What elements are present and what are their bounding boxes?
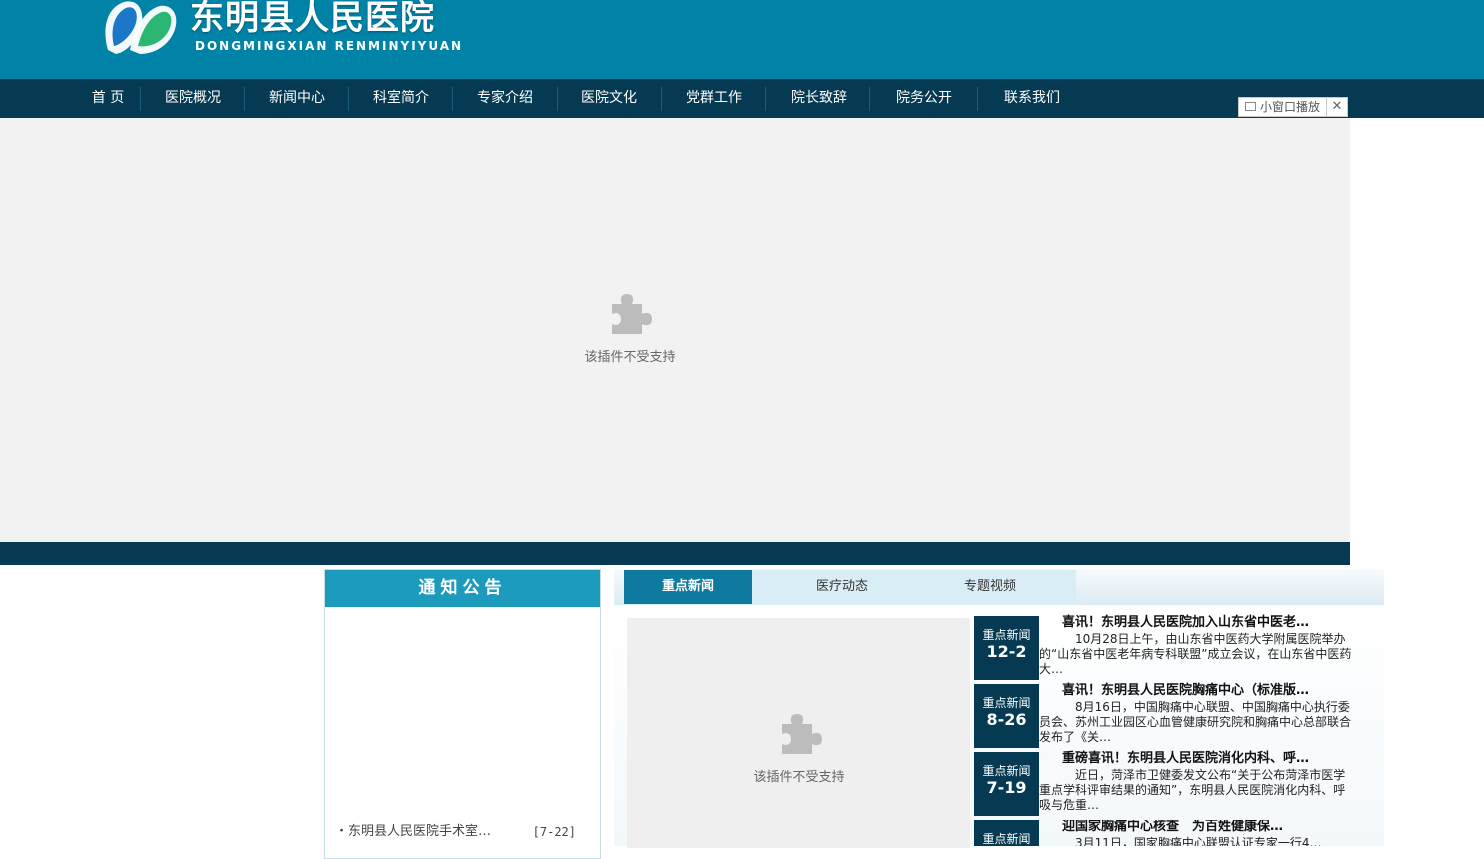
nav-item-home[interactable]: 首 页 <box>82 79 134 118</box>
nav-divider <box>452 87 453 111</box>
puzzle-plugin-icon <box>782 714 822 754</box>
notice-item-date: [7-22] <box>532 825 576 839</box>
nav-item-contact[interactable]: 联系我们 <box>989 79 1075 118</box>
nav-item-departments[interactable]: 科室简介 <box>358 79 444 118</box>
nav-divider <box>765 87 766 111</box>
nav-divider <box>869 87 870 111</box>
news-title-link[interactable]: 重磅喜讯！东明县人民医院消化内科、呼… <box>1062 750 1309 768</box>
nav-divider <box>140 87 141 111</box>
tv-icon <box>1245 102 1256 111</box>
nav-divider <box>348 87 349 111</box>
news-category: 重点新闻 <box>982 696 1031 710</box>
hospital-logo-icon[interactable] <box>100 0 180 56</box>
news-category: 重点新闻 <box>982 832 1031 846</box>
news-list-item[interactable]: 重点新闻 12-2 喜讯！东明县人民医院加入山东省中医老… 10月28日上午，由… <box>974 614 1354 680</box>
nav-item-news[interactable]: 新闻中心 <box>254 79 340 118</box>
notice-panel-title: 通知公告 <box>325 570 600 607</box>
banner-plugin-placeholder: 该插件不受支持 <box>0 118 1350 542</box>
logo-title[interactable]: 东明县人民医院 <box>190 0 435 42</box>
news-list-item[interactable]: 重点新闻 7-19 重磅喜讯！东明县人民医院消化内科、呼… 近日，菏泽市卫健委发… <box>974 750 1354 816</box>
news-category: 重点新闻 <box>982 628 1031 642</box>
nav-divider <box>661 87 662 111</box>
nav-item-overview[interactable]: 医院概况 <box>150 79 236 118</box>
nav-item-party-work[interactable]: 党群工作 <box>671 79 757 118</box>
news-title-link[interactable]: 喜讯！东明县人民医院胸痛中心（标准版… <box>1062 682 1309 700</box>
notice-item-title[interactable]: ・东明县人民医院手术室… <box>335 824 491 839</box>
news-title-link[interactable]: 迎国家胸痛中心核查 为百姓健康保… <box>1062 820 1283 836</box>
news-summary: 10月28日上午，由山东省中医药大学附属医院举办的“山东省中医老年病专科联盟”成… <box>1039 632 1352 676</box>
news-list-item[interactable]: 重点新闻 迎国家胸痛中心核查 为百姓健康保… 3月11日，国家胸痛中心联盟认证专… <box>974 820 1354 846</box>
nav-item-culture[interactable]: 医院文化 <box>566 79 652 118</box>
news-date: 7-19 <box>986 778 1027 797</box>
news-summary: 近日，菏泽市卫健委发文公布“关于公布菏泽市医学重点学科评审结果的通知”，东明县人… <box>1039 768 1346 812</box>
nav-item-experts[interactable]: 专家介绍 <box>462 79 548 118</box>
news-summary: 8月16日，中国胸痛中心联盟、中国胸痛中心执行委员会、苏州工业园区心血管健康研究… <box>1039 700 1352 744</box>
nav-divider <box>244 87 245 111</box>
nav-divider <box>557 87 558 111</box>
news-category: 重点新闻 <box>982 764 1031 778</box>
mini-window-play-bar[interactable]: 小窗口播放 ✕ <box>1238 97 1348 117</box>
nav-item-president-message[interactable]: 院长致辞 <box>776 79 862 118</box>
news-date-badge: 重点新闻 <box>974 820 1039 846</box>
news-title-link[interactable]: 喜讯！东明县人民医院加入山东省中医老… <box>1062 614 1309 632</box>
news-list-item[interactable]: 重点新闻 8-26 喜讯！东明县人民医院胸痛中心（标准版… 8月16日，中国胸痛… <box>974 682 1354 748</box>
news-date-badge: 重点新闻 7-19 <box>974 752 1039 816</box>
nav-item-affairs[interactable]: 院务公开 <box>881 79 967 118</box>
logo-subtitle: DONGMINGXIAN RENMINYIYUAN <box>195 39 464 53</box>
news-date-badge: 重点新闻 12-2 <box>974 616 1039 680</box>
close-icon[interactable]: ✕ <box>1326 98 1347 116</box>
news-summary: 3月11日，国家胸痛中心联盟认证专家一行4… <box>1075 836 1322 846</box>
tab-special-video[interactable]: 专题视频 <box>904 570 1076 604</box>
notice-list-item[interactable]: ・东明县人民医院手术室… [7-22] <box>335 822 590 842</box>
banner-bottom-strip <box>0 542 1350 565</box>
news-date: 8-26 <box>986 710 1027 729</box>
puzzle-plugin-icon <box>612 294 652 334</box>
mini-window-play-label[interactable]: 小窗口播放 <box>1260 98 1320 116</box>
plugin-unsupported-text: 该插件不受支持 <box>753 770 845 785</box>
plugin-unsupported-text: 该插件不受支持 <box>584 350 676 365</box>
nav-divider <box>977 87 978 111</box>
tab-key-news[interactable]: 重点新闻 <box>624 570 752 604</box>
news-date-badge: 重点新闻 8-26 <box>974 684 1039 748</box>
video-plugin-placeholder: 该插件不受支持 <box>627 618 970 848</box>
notice-panel: 通知公告 ・东明县人民医院手术室… [7-22] <box>324 569 601 859</box>
news-date: 12-2 <box>986 642 1027 661</box>
